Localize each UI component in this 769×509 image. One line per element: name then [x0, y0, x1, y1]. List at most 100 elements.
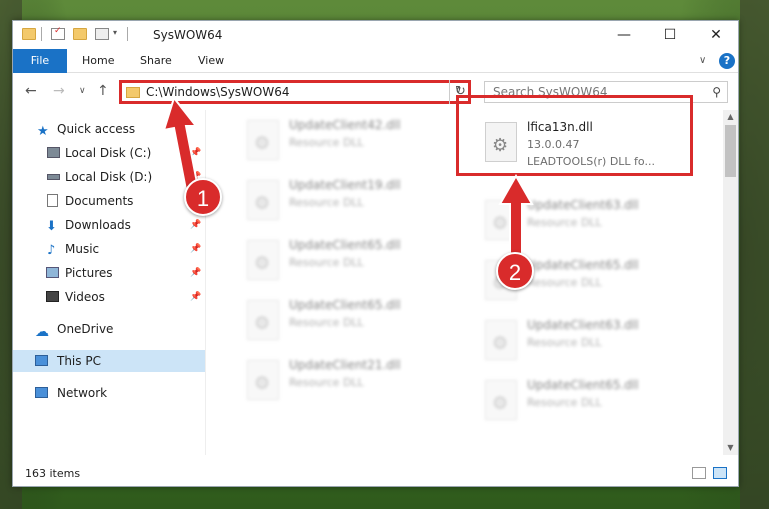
vertical-scrollbar[interactable]: ▲ ▼	[723, 110, 738, 455]
chevron-down-icon[interactable]: ∨	[699, 55, 706, 66]
minimize-button[interactable]: —	[601, 21, 647, 49]
file-type: Resource DLL	[289, 256, 364, 269]
sidebar-item-label: Network	[57, 386, 108, 400]
pin-icon: 📌	[190, 220, 202, 230]
drive-icon	[47, 174, 60, 180]
download-icon: ⬇	[46, 219, 57, 234]
list-item[interactable]: ⚙ UpdateClient65.dll Resource DLL	[243, 236, 463, 292]
status-bar: 163 items	[13, 455, 738, 486]
ribbon-tabs: File Home Share View ∨ ?	[13, 49, 738, 73]
pin-icon: 📌	[190, 292, 202, 302]
pin-icon: 📌	[190, 244, 202, 254]
maximize-button[interactable]: ☐	[647, 21, 693, 49]
folder-icon	[126, 87, 140, 98]
sidebar-item-label: Local Disk (D:)	[65, 170, 153, 184]
sidebar-item-network[interactable]: Network	[13, 382, 205, 404]
file-name: UpdateClient65.dll	[527, 258, 639, 272]
sidebar-item-music[interactable]: ♪ Music 📌	[13, 238, 205, 260]
dll-file-icon: ⚙	[247, 300, 279, 340]
tab-view[interactable]: View	[198, 49, 224, 73]
drive-icon	[47, 147, 60, 158]
file-type: Resource DLL	[289, 316, 364, 329]
sidebar-item-downloads[interactable]: ⬇ Downloads 📌	[13, 214, 205, 236]
file-type: Resource DLL	[527, 336, 602, 349]
help-icon[interactable]: ?	[719, 53, 735, 69]
file-name: UpdateClient63.dll	[527, 198, 639, 212]
cloud-icon: ☁	[35, 324, 49, 340]
scrollbar-thumb[interactable]	[725, 125, 736, 177]
sidebar-item-pictures[interactable]: Pictures 📌	[13, 262, 205, 284]
pc-icon	[35, 355, 48, 366]
new-folder-icon[interactable]	[73, 28, 87, 40]
window-title: SysWOW64	[153, 28, 223, 42]
step-badge-1: 1	[184, 178, 222, 216]
sidebar-item-label: This PC	[57, 354, 101, 368]
sidebar-item-label: OneDrive	[57, 322, 114, 336]
list-item[interactable]: ⚙ UpdateClient21.dll Resource DLL	[243, 356, 463, 412]
tab-file[interactable]: File	[13, 49, 67, 73]
up-icon[interactable]: ↑	[97, 83, 109, 99]
sidebar-item-onedrive[interactable]: ☁ OneDrive	[13, 318, 205, 340]
scroll-up-icon[interactable]: ▲	[723, 110, 738, 124]
list-item[interactable]: ⚙ UpdateClient63.dll Resource DLL	[481, 316, 701, 372]
tab-share[interactable]: Share	[140, 49, 172, 73]
divider	[127, 27, 128, 41]
file-name: UpdateClient65.dll	[289, 238, 401, 252]
documents-icon	[47, 194, 58, 207]
dll-file-icon: ⚙	[485, 380, 517, 420]
arrow-up-icon	[498, 174, 534, 261]
folder-icon	[22, 28, 36, 40]
back-icon[interactable]: ←	[25, 83, 37, 99]
divider	[41, 27, 42, 41]
file-type: Resource DLL	[527, 396, 602, 409]
tab-home[interactable]: Home	[82, 49, 114, 73]
list-item[interactable]: ⚙ UpdateClient65.dll Resource DLL	[243, 296, 463, 352]
highlight-box	[456, 95, 693, 176]
file-name: UpdateClient19.dll	[289, 178, 401, 192]
close-button[interactable]: ✕	[693, 21, 739, 49]
dll-file-icon: ⚙	[247, 240, 279, 280]
customize-toolbar-icon[interactable]	[95, 28, 109, 40]
title-bar: ✓ ▾ SysWOW64 — ☐ ✕	[13, 21, 738, 49]
item-count: 163 items	[25, 467, 81, 480]
file-name: UpdateClient42.dll	[289, 118, 401, 132]
file-name: UpdateClient65.dll	[527, 378, 639, 392]
sidebar-item-videos[interactable]: Videos 📌	[13, 286, 205, 308]
scroll-down-icon[interactable]: ▼	[723, 441, 738, 455]
sidebar-item-label: Documents	[65, 194, 134, 208]
dll-file-icon: ⚙	[247, 360, 279, 400]
music-icon: ♪	[47, 243, 56, 258]
details-view-icon[interactable]	[692, 467, 706, 479]
recent-locations-icon[interactable]: ∨	[79, 86, 86, 96]
sidebar-item-label: Downloads	[65, 218, 131, 232]
list-item[interactable]: ⚙ UpdateClient42.dll Resource DLL	[243, 116, 463, 172]
file-name: UpdateClient63.dll	[527, 318, 639, 332]
list-item[interactable]: ⚙ UpdateClient19.dll Resource DLL	[243, 176, 463, 232]
dll-file-icon: ⚙	[247, 180, 279, 220]
file-type: Resource DLL	[527, 216, 602, 229]
sidebar-item-label: Music	[65, 242, 100, 256]
chevron-down-icon[interactable]: ▾	[113, 28, 117, 37]
file-type: Resource DLL	[527, 276, 602, 289]
file-explorer-window: ✓ ▾ SysWOW64 — ☐ ✕ File Home Share View …	[12, 20, 739, 487]
dll-file-icon: ⚙	[485, 320, 517, 360]
file-type: Resource DLL	[289, 196, 364, 209]
network-icon	[35, 387, 48, 398]
sidebar-item-label: Local Disk (C:)	[65, 146, 152, 160]
dll-file-icon: ⚙	[247, 120, 279, 160]
sidebar-item-label: Pictures	[65, 266, 113, 280]
step-badge-2: 2	[496, 252, 534, 290]
file-name: UpdateClient21.dll	[289, 358, 401, 372]
file-type: Resource DLL	[289, 136, 364, 149]
list-item[interactable]: ⚙ UpdateClient65.dll Resource DLL	[481, 376, 701, 432]
sidebar-item-this-pc[interactable]: This PC	[13, 350, 205, 372]
forward-icon[interactable]: →	[53, 83, 65, 99]
star-icon: ★	[37, 124, 49, 139]
file-type: Resource DLL	[289, 376, 364, 389]
sidebar-item-label: Videos	[65, 290, 105, 304]
search-icon[interactable]: ⚲	[712, 85, 721, 99]
pictures-icon	[46, 267, 59, 278]
properties-icon[interactable]: ✓	[51, 26, 65, 40]
tiles-view-icon[interactable]	[713, 467, 727, 479]
videos-icon	[46, 291, 59, 302]
